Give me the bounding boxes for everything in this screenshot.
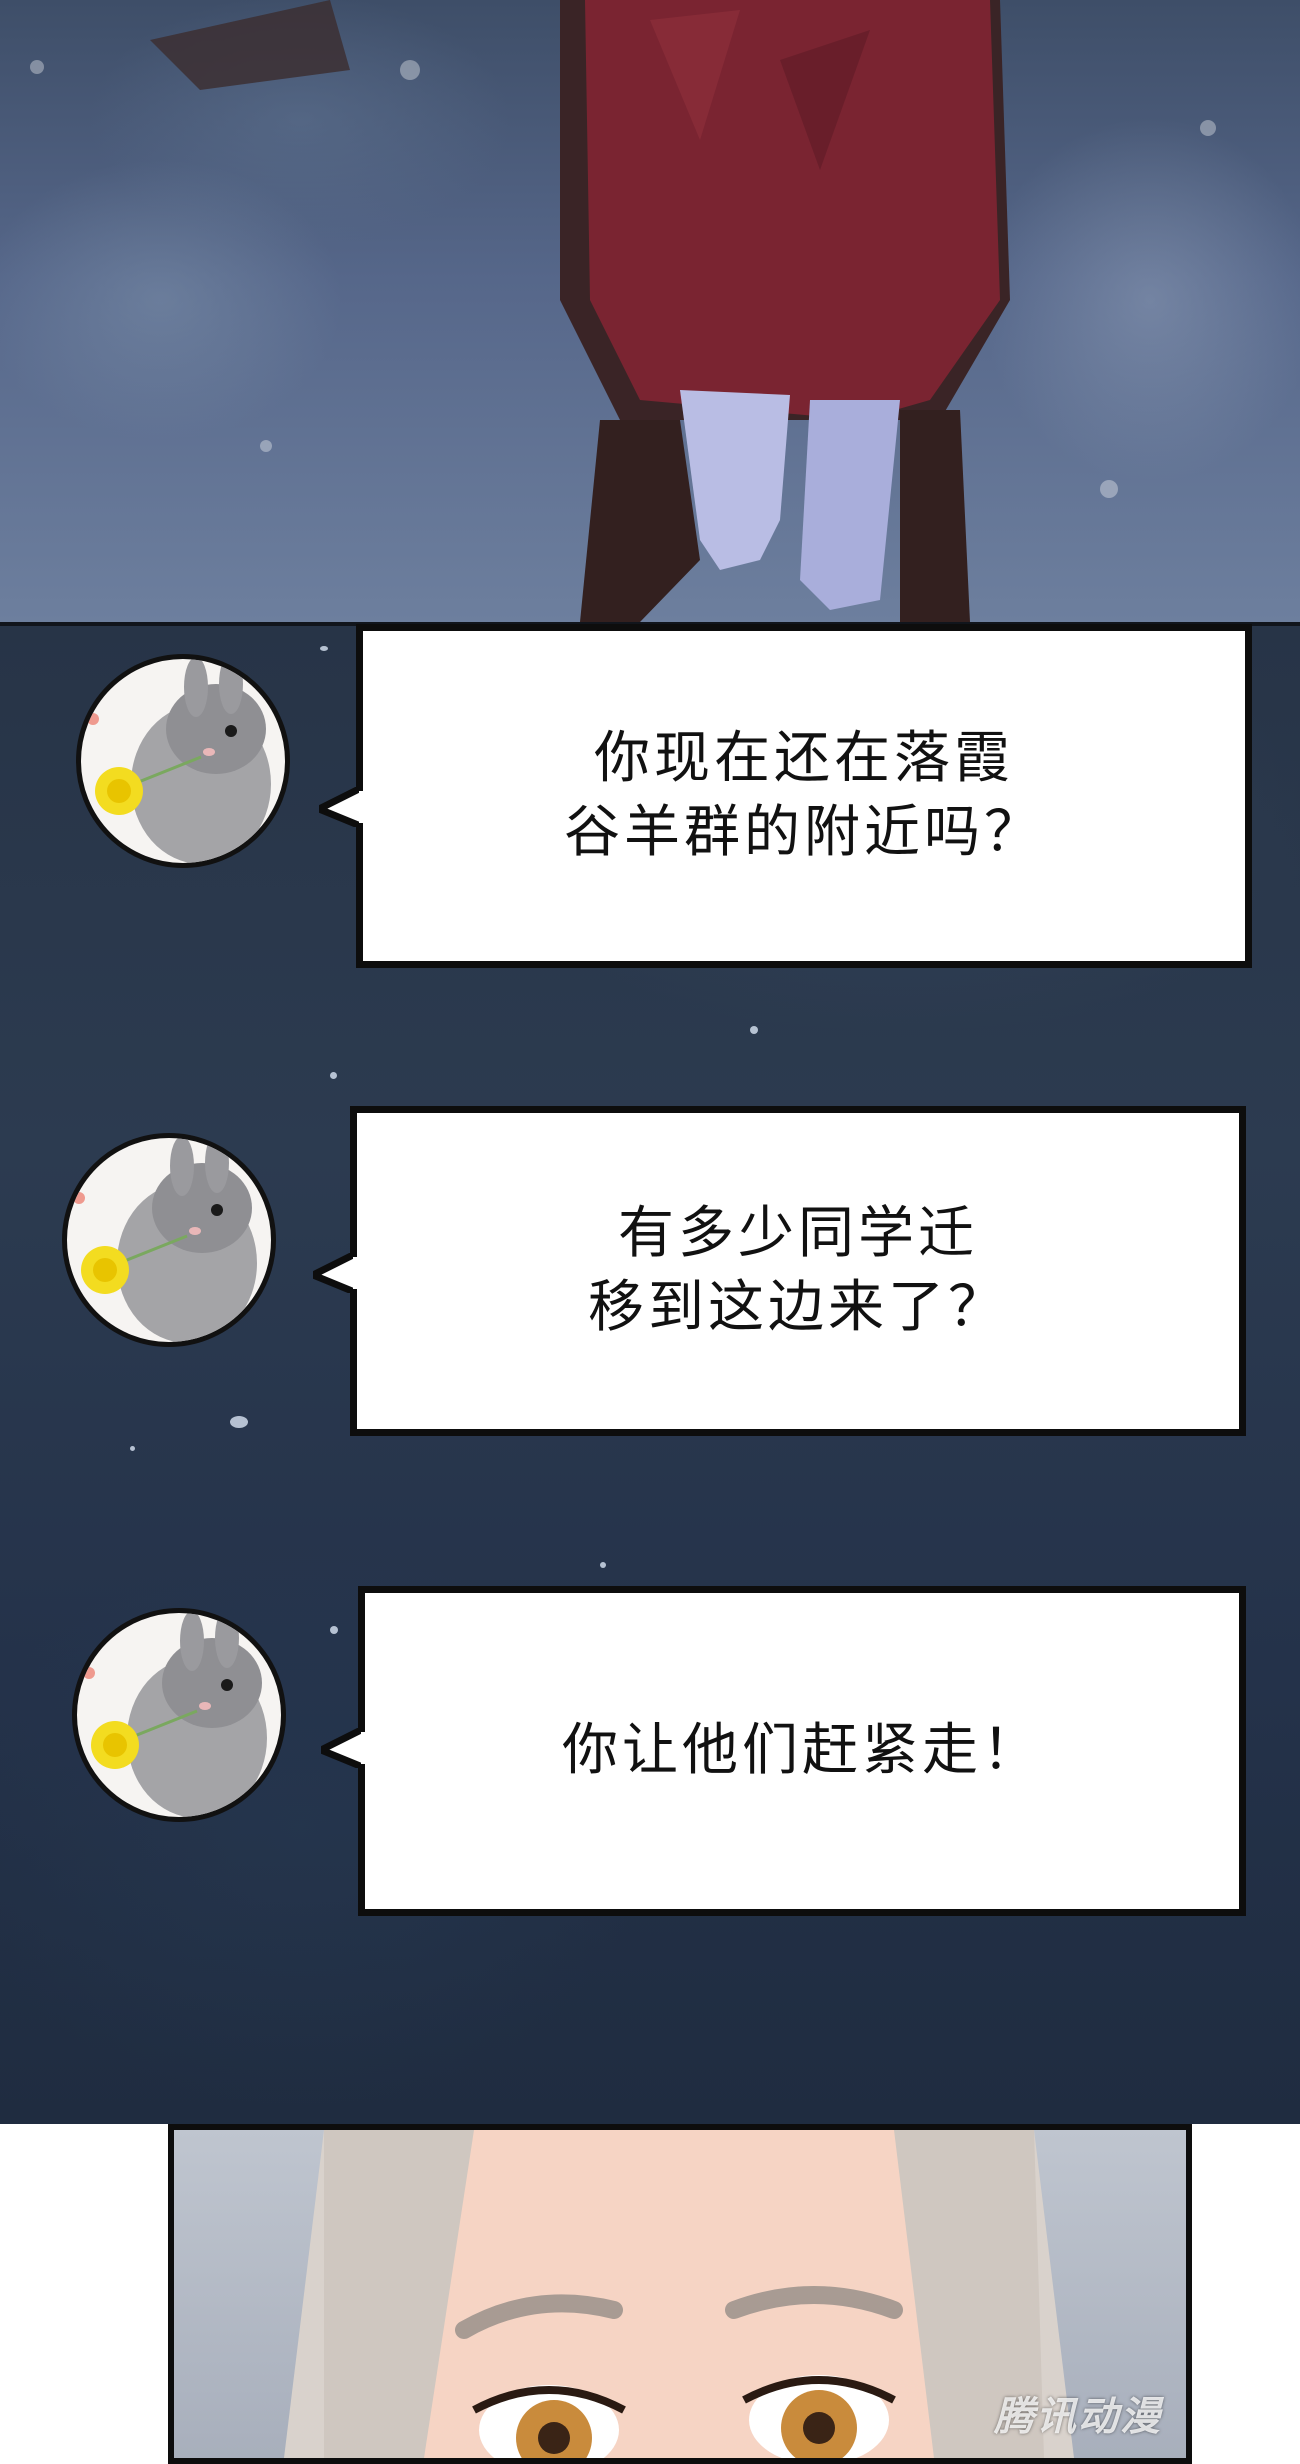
message-text: 你现在还在落霞 谷羊群的附近吗？ [363,631,1245,961]
message-line: 谷羊群的附近吗？ [564,800,1044,865]
speech-bubble-tail [321,1728,365,1768]
snow-speck [400,60,420,80]
message-text: 有多少同学迁 移到这边来了？ [357,1113,1239,1429]
speech-bubble: 你让他们赶紧走！ [321,1586,1246,1916]
snow-speck [230,1416,248,1428]
message-text: 你让他们赶紧走！ [365,1593,1239,1909]
rabbit-with-dandelion-icon [73,1138,257,1342]
snow-speck [260,440,272,452]
snow-speck [600,1562,606,1568]
rabbit-with-dandelion-icon [83,1613,267,1817]
avatar [76,654,290,868]
snow-speck [1100,480,1118,498]
snow-speck [320,646,328,651]
snow-speck [130,1446,135,1451]
avatar [72,1608,286,1822]
snow-speck [1200,120,1216,136]
message-line: 有多少同学迁 [618,1201,978,1267]
panel-face-closeup: 腾讯动漫 [168,2124,1192,2464]
avatar [62,1133,276,1347]
watermark-text: 腾讯动漫 [994,2394,1162,2440]
speech-bubble-tail [319,787,363,827]
speech-bubble: 你现在还在落霞 谷羊群的附近吗？ [319,624,1252,968]
speech-bubble-tail [313,1253,357,1293]
robed-figure-illustration [150,0,1010,622]
rabbit-with-dandelion-icon [87,659,271,863]
panel-night-scene [0,0,1300,622]
snow-speck [750,1026,758,1034]
speech-bubble: 有多少同学迁 移到这边来了？ [313,1106,1246,1436]
message-line: 你现在还在落霞 [594,726,1014,792]
snow-speck [330,1072,337,1079]
snow-speck [330,1626,338,1634]
message-line: 你让他们赶紧走！ [562,1718,1042,1784]
snow-speck [30,60,44,74]
message-line: 移到这边来了？ [588,1275,1008,1340]
